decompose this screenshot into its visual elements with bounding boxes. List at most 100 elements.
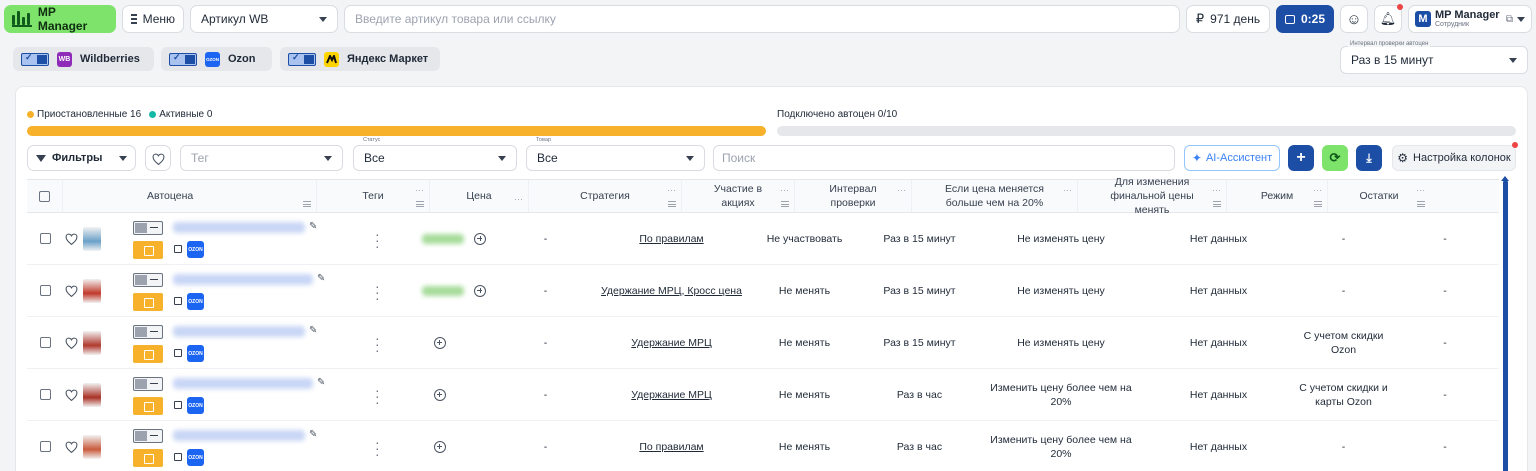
table-row[interactable]: ✎ OZON · · · - Удержание МРЦ, Кросс цена Н… bbox=[27, 265, 1499, 317]
heart-icon[interactable] bbox=[65, 337, 78, 349]
select-all-checkbox[interactable] bbox=[39, 190, 50, 202]
filters-button[interactable]: Фильтры bbox=[27, 145, 136, 171]
row-checkbox[interactable] bbox=[39, 337, 51, 348]
add-button[interactable]: + bbox=[1288, 145, 1314, 171]
product-name-blurred[interactable] bbox=[173, 378, 313, 389]
calendar-icon[interactable] bbox=[174, 349, 182, 357]
column-menu-icon[interactable] bbox=[1213, 201, 1221, 207]
user-menu[interactable]: M MP Manager Сотрудник ⧉ bbox=[1408, 5, 1532, 33]
strategy-link[interactable]: По правилам bbox=[639, 232, 703, 246]
product-name-blurred[interactable] bbox=[173, 430, 305, 441]
add-tag-icon[interactable] bbox=[433, 336, 446, 349]
add-tag-icon[interactable] bbox=[474, 284, 486, 297]
marketplace-toggle-wildberries[interactable]: WB Wildberries bbox=[13, 47, 154, 71]
video-timer-button[interactable]: 0:25 bbox=[1276, 5, 1334, 33]
column-menu-icon[interactable] bbox=[303, 201, 311, 207]
table-row[interactable]: ✎ OZON · · · - Удержание МРЦ Не менять Раз… bbox=[27, 317, 1499, 369]
check-interval-select[interactable]: Интервал проверки автоцен Раз в 15 минут bbox=[1340, 41, 1528, 74]
search-input[interactable] bbox=[722, 146, 1166, 170]
strategy-link[interactable]: Удержание МРЦ bbox=[631, 388, 711, 402]
heart-icon[interactable] bbox=[65, 233, 78, 245]
row-checkbox[interactable] bbox=[39, 285, 51, 296]
add-tag-icon[interactable] bbox=[433, 388, 446, 401]
emoji-button[interactable]: ☺ bbox=[1340, 5, 1368, 33]
table-row[interactable]: ✎ OZON · · · - По правилам Не участвовать … bbox=[27, 213, 1499, 265]
refresh-button[interactable]: ⟳ bbox=[1322, 145, 1348, 171]
more-vertical-icon[interactable]: · · · bbox=[375, 383, 380, 409]
article-search-input[interactable] bbox=[355, 6, 1169, 32]
order-icon[interactable] bbox=[133, 345, 163, 363]
add-tag-icon[interactable] bbox=[433, 440, 446, 453]
add-tag-icon[interactable] bbox=[474, 232, 486, 245]
strategy-link[interactable]: Удержание МРЦ bbox=[631, 336, 711, 350]
balance-button[interactable]: ₽ 971 день bbox=[1186, 5, 1270, 33]
column-settings-button[interactable]: ⚙ Настройка колонок bbox=[1392, 142, 1518, 171]
toggle-switch[interactable] bbox=[288, 52, 316, 66]
more-vertical-icon[interactable]: · · · bbox=[375, 331, 380, 357]
strategy-link[interactable]: По правилам bbox=[639, 440, 703, 454]
more-icon[interactable]: ··· bbox=[1212, 183, 1221, 197]
pencil-icon[interactable]: ✎ bbox=[309, 221, 317, 232]
status-select[interactable]: Статус Все bbox=[353, 137, 517, 171]
article-search-field[interactable] bbox=[344, 5, 1180, 33]
autoprice-toggle[interactable] bbox=[133, 377, 163, 391]
toggle-switch[interactable] bbox=[169, 52, 197, 66]
table-row[interactable]: ✎ OZON · · · - Удержание МРЦ Не менять Раз… bbox=[27, 369, 1499, 421]
order-icon[interactable] bbox=[133, 293, 163, 311]
column-header-promo[interactable]: Участие в акциях ··· bbox=[682, 180, 795, 212]
autoprice-toggle[interactable] bbox=[133, 273, 163, 287]
pencil-icon[interactable]: ✎ bbox=[317, 273, 325, 284]
column-menu-icon[interactable] bbox=[1417, 201, 1425, 207]
more-icon[interactable]: ··· bbox=[667, 183, 676, 197]
article-type-select[interactable]: Артикул WB bbox=[190, 5, 338, 33]
calendar-icon[interactable] bbox=[174, 245, 182, 253]
column-header-autoprice[interactable]: Автоцена bbox=[63, 180, 317, 212]
row-checkbox[interactable] bbox=[39, 233, 51, 244]
product-name-blurred[interactable] bbox=[173, 274, 313, 285]
order-icon[interactable] bbox=[133, 449, 163, 467]
pencil-icon[interactable]: ✎ bbox=[317, 377, 325, 388]
copy-icon[interactable]: ⧉ bbox=[1506, 14, 1513, 25]
heart-icon[interactable] bbox=[65, 389, 78, 401]
column-menu-icon[interactable] bbox=[668, 201, 676, 207]
column-header-price[interactable]: Цена ··· bbox=[430, 180, 529, 212]
download-button[interactable]: ⤓ bbox=[1356, 145, 1382, 171]
heart-icon[interactable] bbox=[65, 441, 78, 453]
column-header-tags[interactable]: Теги ··· bbox=[317, 180, 430, 212]
autoprice-toggle[interactable] bbox=[133, 325, 163, 339]
more-vertical-icon[interactable]: · · · bbox=[375, 435, 380, 461]
favorites-filter-button[interactable] bbox=[145, 145, 171, 171]
autoprice-toggle[interactable] bbox=[133, 221, 163, 235]
more-icon[interactable]: ··· bbox=[415, 183, 424, 197]
column-menu-icon[interactable] bbox=[781, 201, 789, 207]
product-select[interactable]: Товар Все bbox=[526, 137, 705, 171]
calendar-icon[interactable] bbox=[174, 401, 182, 409]
marketplace-toggle-ozon[interactable]: OZON Ozon bbox=[161, 47, 272, 71]
calendar-icon[interactable] bbox=[174, 297, 182, 305]
more-icon[interactable]: ··· bbox=[1313, 183, 1322, 197]
column-menu-icon[interactable] bbox=[416, 201, 424, 207]
column-header-final-price[interactable]: Для изменения финальной цены менять ··· bbox=[1078, 176, 1227, 216]
more-icon[interactable]: ··· bbox=[1063, 183, 1072, 197]
notifications-button[interactable]: 🔔︎ bbox=[1374, 4, 1403, 33]
more-icon[interactable]: ··· bbox=[1416, 183, 1425, 197]
autoprice-toggle[interactable] bbox=[133, 429, 163, 443]
order-icon[interactable] bbox=[133, 241, 163, 259]
menu-button[interactable]: Меню bbox=[122, 5, 184, 33]
strategy-link[interactable]: Удержание МРЦ, Кросс цена bbox=[601, 284, 742, 298]
row-checkbox[interactable] bbox=[39, 389, 51, 400]
more-vertical-icon[interactable]: · · · bbox=[375, 227, 380, 253]
column-header-interval[interactable]: Интервал проверки ··· bbox=[795, 180, 912, 212]
column-header-stock[interactable]: Остатки ··· bbox=[1328, 180, 1430, 212]
more-icon[interactable]: ··· bbox=[514, 192, 523, 206]
more-icon[interactable]: ··· bbox=[897, 183, 906, 197]
ai-assistant-button[interactable]: ✦ AI-Ассистент bbox=[1184, 145, 1280, 171]
column-header-mode[interactable]: Режим ··· bbox=[1227, 180, 1328, 212]
column-header-strategy[interactable]: Стратегия ··· bbox=[529, 180, 682, 212]
heart-icon[interactable] bbox=[65, 285, 78, 297]
scrollbar[interactable] bbox=[1503, 180, 1508, 471]
toggle-switch[interactable] bbox=[21, 52, 49, 66]
row-checkbox[interactable] bbox=[39, 441, 51, 452]
tag-chip-blurred[interactable] bbox=[422, 285, 464, 296]
calendar-icon[interactable] bbox=[174, 453, 182, 461]
